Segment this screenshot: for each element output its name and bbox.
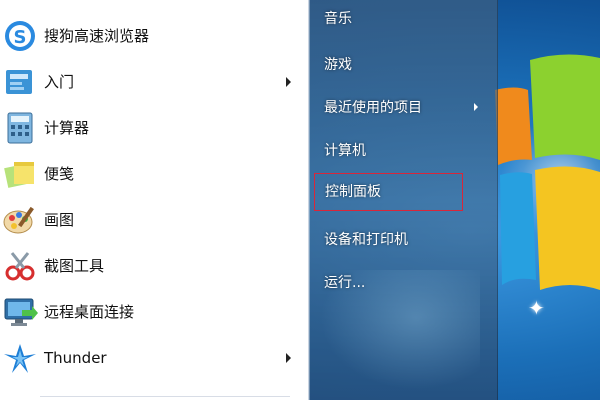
program-item-remote-desktop[interactable]: 远程桌面连接 — [0, 290, 308, 334]
submenu-arrow-icon[interactable] — [286, 353, 291, 363]
places-item-computer[interactable]: 计算机 — [314, 133, 480, 169]
program-item-calculator[interactable]: 计算器 — [0, 106, 308, 150]
start-menu-places-panel: 音乐 游戏 最近使用的项目 计算机 控制面板 设备和打印机 运行... — [309, 0, 498, 400]
program-item-label: 入门 — [44, 73, 75, 91]
thunder-icon — [4, 344, 36, 373]
submenu-arrow-icon[interactable] — [474, 103, 478, 111]
places-item-label: 最近使用的项目 — [324, 100, 422, 116]
places-item-run[interactable]: 运行... — [314, 265, 480, 301]
places-item-devices-and-printers[interactable]: 设备和打印机 — [314, 222, 480, 258]
program-item-sticky-notes[interactable]: 便笺 — [0, 152, 308, 196]
program-item-label: 截图工具 — [44, 257, 105, 275]
places-item-label: 音乐 — [324, 11, 352, 27]
getting-started-icon — [6, 70, 32, 94]
program-item-sogou-browser[interactable]: S 搜狗高速浏览器 — [0, 14, 308, 58]
program-item-label: 便笺 — [44, 165, 75, 183]
places-item-music[interactable]: 音乐 — [314, 1, 480, 37]
program-item-thunder[interactable]: Thunder — [0, 336, 308, 380]
program-item-paint[interactable]: 画图 — [0, 198, 308, 242]
places-item-recent-items[interactable]: 最近使用的项目 — [314, 90, 480, 126]
snipping-tool-icon — [5, 252, 35, 281]
submenu-arrow-icon[interactable] — [286, 77, 291, 87]
places-item-label: 控制面板 — [325, 184, 381, 200]
places-item-label: 运行... — [324, 275, 366, 291]
places-item-games[interactable]: 游戏 — [314, 47, 480, 83]
places-item-label: 计算机 — [324, 143, 366, 159]
remote-desktop-icon — [4, 298, 38, 326]
svg-text:S: S — [14, 27, 27, 48]
program-item-label: 计算器 — [44, 119, 90, 137]
sogou-browser-icon: S — [5, 21, 35, 51]
program-item-label: 画图 — [44, 211, 75, 229]
windows-logo-icon — [495, 54, 600, 290]
program-item-getting-started[interactable]: 入门 — [0, 60, 308, 104]
start-menu-programs-panel: S 搜狗高速浏览器 入门 计算器 便笺 画图 截图工具 远程桌面连接 Thund… — [0, 0, 309, 400]
program-item-label: 远程桌面连接 — [44, 303, 135, 321]
paint-icon — [3, 206, 34, 234]
program-item-snipping-tool[interactable]: 截图工具 — [0, 244, 308, 288]
sparkle-icon: ✦ — [528, 296, 545, 320]
panel-divider — [40, 396, 290, 397]
places-item-control-panel[interactable]: 控制面板 — [314, 173, 463, 211]
program-item-label: Thunder — [44, 349, 107, 367]
places-item-label: 游戏 — [324, 57, 352, 73]
calculator-icon — [7, 112, 33, 144]
sticky-notes-icon — [4, 162, 34, 188]
program-item-label: 搜狗高速浏览器 — [44, 27, 150, 45]
places-item-label: 设备和打印机 — [324, 232, 408, 248]
